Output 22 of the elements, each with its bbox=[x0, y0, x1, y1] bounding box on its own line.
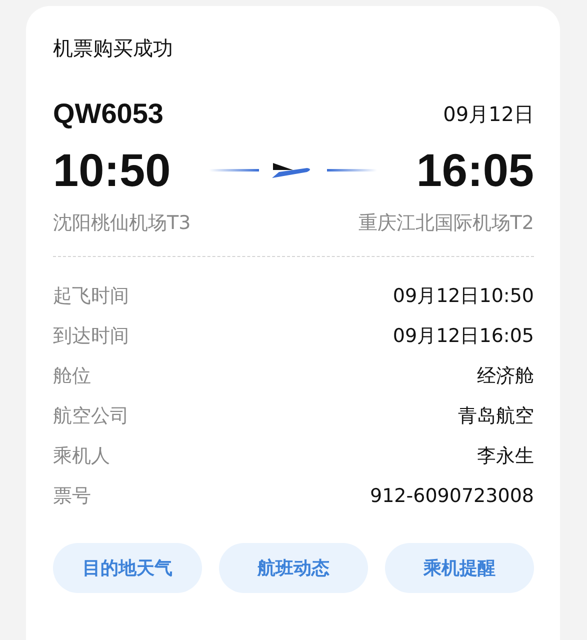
detail-label: 起飞时间 bbox=[53, 284, 129, 309]
detail-label: 航空公司 bbox=[53, 404, 129, 429]
detail-label: 乘机人 bbox=[53, 444, 110, 469]
detail-value: 09月12日10:50 bbox=[392, 284, 534, 309]
action-button[interactable]: 乘机提醒 bbox=[385, 543, 534, 593]
arrival-time: 16:05 bbox=[416, 144, 534, 196]
detail-value: 青岛航空 bbox=[458, 404, 534, 429]
detail-label: 到达时间 bbox=[53, 324, 129, 349]
action-button[interactable]: 航班动态 bbox=[219, 543, 368, 593]
flight-date: 09月12日 bbox=[443, 100, 534, 128]
detail-value: 经济舱 bbox=[477, 364, 534, 389]
card-title: 机票购买成功 bbox=[53, 35, 174, 62]
departure-time: 10:50 bbox=[53, 144, 171, 196]
detail-label: 票号 bbox=[53, 484, 91, 509]
action-button[interactable]: 目的地天气 bbox=[53, 543, 202, 593]
departure-airport: 沈阳桃仙机场T3 bbox=[53, 211, 191, 236]
detail-value: 912-6090723008 bbox=[370, 485, 534, 507]
flight-number: QW6053 bbox=[53, 98, 164, 130]
detail-label: 舱位 bbox=[53, 364, 91, 389]
arrival-airport: 重庆江北国际机场T2 bbox=[358, 211, 534, 236]
detail-value: 李永生 bbox=[477, 444, 534, 469]
detail-value: 09月12日16:05 bbox=[392, 324, 534, 349]
